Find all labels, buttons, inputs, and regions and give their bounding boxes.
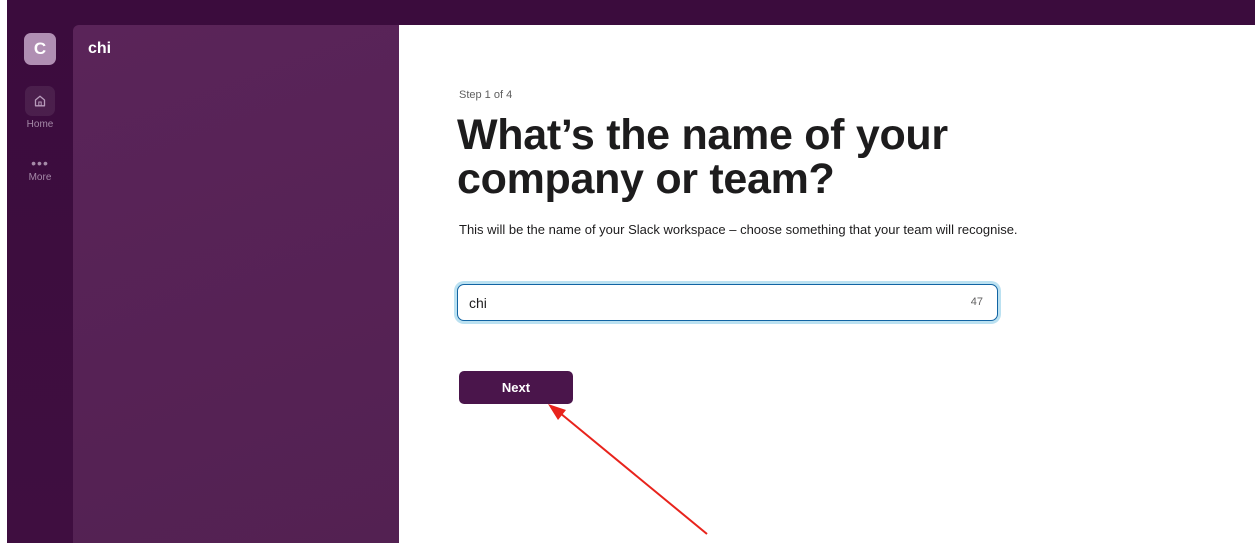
home-icon (25, 86, 55, 116)
workspace-avatar[interactable]: C (24, 33, 56, 65)
company-name-field: 47 (457, 284, 998, 321)
page-description: This will be the name of your Slack work… (459, 222, 1018, 237)
char-counter: 47 (970, 296, 983, 308)
workspace-rail: C Home ••• More (7, 25, 73, 543)
more-dots-icon: ••• (31, 155, 49, 171)
rail-label-home: Home (26, 119, 54, 130)
step-indicator: Step 1 of 4 (459, 89, 513, 101)
rail-item-home[interactable]: Home (7, 86, 73, 130)
rail-item-more[interactable]: ••• More (7, 155, 73, 183)
setup-panel: Step 1 of 4 What’s the name of your comp… (399, 25, 1255, 543)
rail-label-more: More (28, 172, 52, 183)
page-title: What’s the name of your company or team? (457, 111, 948, 203)
channel-sidebar: chi (73, 25, 399, 543)
next-button[interactable]: Next (459, 371, 573, 404)
company-name-input[interactable] (458, 285, 997, 320)
workspace-name[interactable]: chi (88, 40, 111, 58)
